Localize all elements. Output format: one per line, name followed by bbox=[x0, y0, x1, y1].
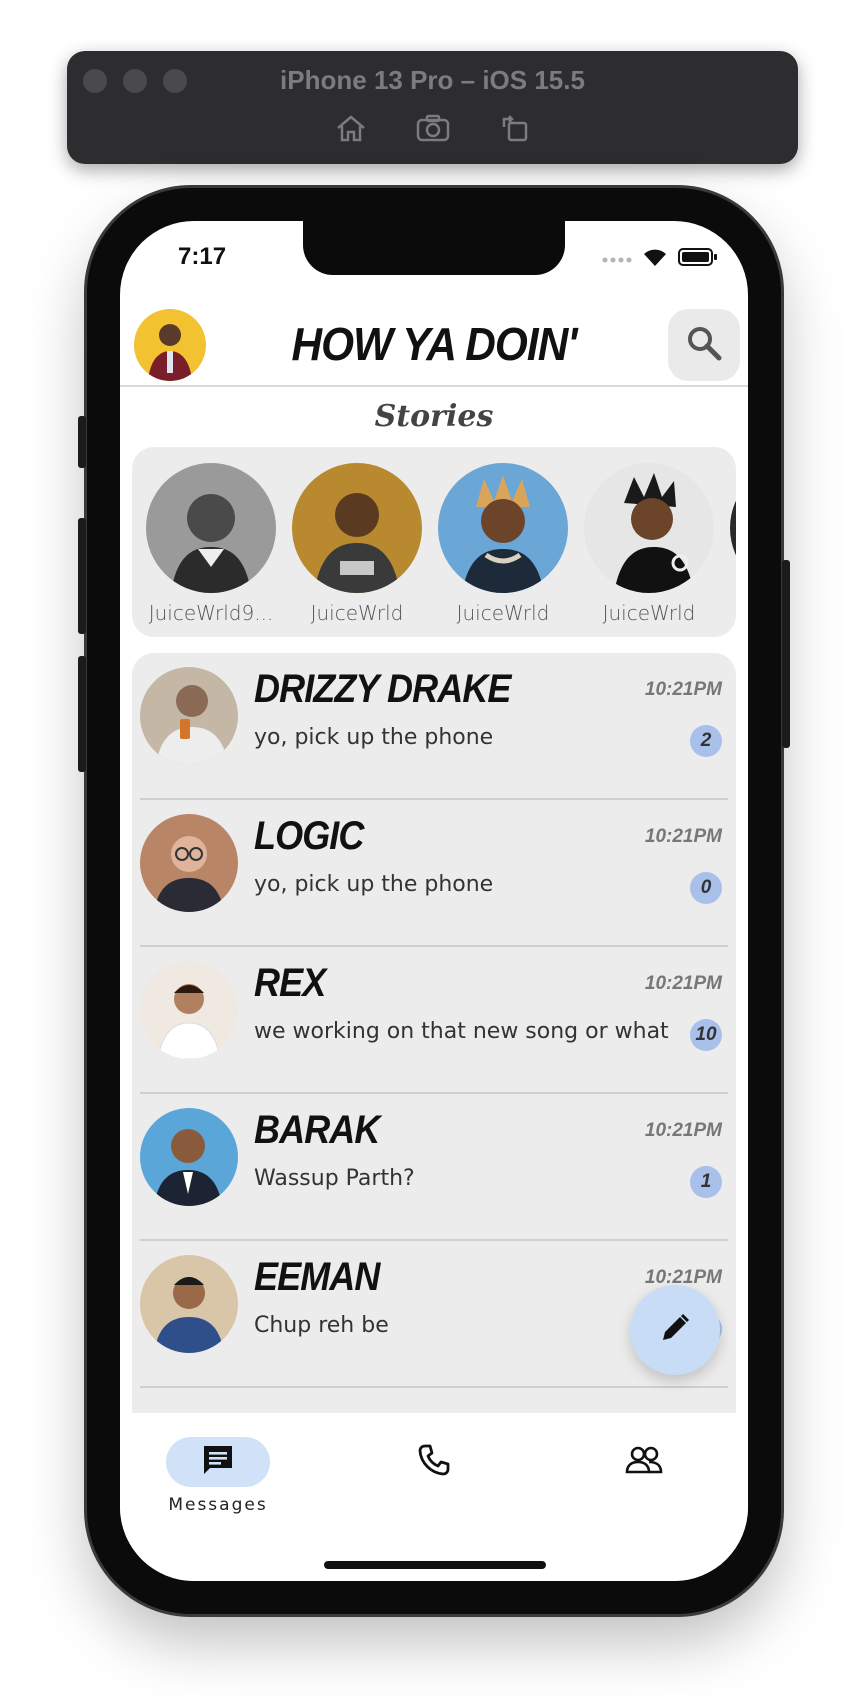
volume-down-button bbox=[78, 656, 86, 772]
story-item[interactable]: JuiceWrld bbox=[584, 463, 714, 625]
power-button bbox=[782, 560, 790, 748]
tab-messages[interactable]: Messages bbox=[158, 1437, 278, 1515]
avatar bbox=[140, 814, 238, 912]
home-indicator bbox=[324, 1561, 546, 1569]
notch bbox=[303, 221, 565, 275]
story-name: JuiceWrld bbox=[310, 601, 404, 625]
phone-icon bbox=[417, 1443, 451, 1481]
simulator-toolbar: iPhone 13 Pro – iOS 15.5 bbox=[67, 51, 798, 164]
status-time: 7:17 bbox=[178, 243, 227, 270]
screenshot-icon[interactable] bbox=[413, 111, 453, 145]
unread-badge: 1 bbox=[690, 1166, 722, 1198]
home-icon[interactable] bbox=[331, 111, 371, 145]
chat-name: REX bbox=[254, 961, 326, 1005]
divider bbox=[140, 1386, 728, 1388]
stories-carousel[interactable]: JuiceWrld9... JuiceWrld JuiceWrld JuiceW… bbox=[132, 447, 736, 637]
unread-badge: 10 bbox=[690, 1019, 722, 1051]
chat-message-preview: Wassup Parth? bbox=[254, 1166, 415, 1191]
chat-row-barak[interactable]: BARAK Wassup Parth? 10:21PM 1 bbox=[132, 1094, 736, 1241]
unread-badge: 2 bbox=[690, 725, 722, 757]
tab-people[interactable] bbox=[584, 1437, 704, 1487]
chat-name: EEMAN bbox=[254, 1255, 380, 1299]
chat-timestamp: 10:21PM bbox=[644, 826, 722, 847]
chat-message-preview: yo, pick up the phone bbox=[254, 872, 494, 897]
chat-timestamp: 10:21PM bbox=[644, 679, 722, 700]
rotate-icon[interactable] bbox=[495, 111, 535, 145]
chat-message-preview: Chup reh be bbox=[254, 1313, 389, 1338]
chat-row-drizzy-drake[interactable]: DRIZZY DRAKE yo, pick up the phone 10:21… bbox=[132, 653, 736, 800]
story-name: JuiceWrld bbox=[456, 601, 550, 625]
chat-row-logic[interactable]: LOGIC yo, pick up the phone 10:21PM 0 bbox=[132, 800, 736, 947]
iphone-frame: 7:17 HOW YA DOIN' Stories JuiceWrld9... … bbox=[78, 188, 790, 1614]
compose-button[interactable] bbox=[630, 1285, 720, 1375]
signal-icon bbox=[602, 250, 632, 269]
page-title: HOW YA DOIN' bbox=[291, 318, 577, 370]
chat-name: LOGIC bbox=[254, 814, 364, 858]
avatar bbox=[584, 463, 714, 593]
tab-messages-indicator bbox=[166, 1437, 270, 1487]
avatar bbox=[146, 463, 276, 593]
story-item[interactable] bbox=[730, 463, 736, 593]
chat-row-rex[interactable]: REX we working on that new song or what … bbox=[132, 947, 736, 1094]
wifi-icon bbox=[642, 247, 668, 271]
tab-messages-label: Messages bbox=[168, 1495, 268, 1515]
story-name: JuiceWrld bbox=[602, 601, 696, 625]
chat-name: BARAK bbox=[254, 1108, 380, 1152]
volume-up-button bbox=[78, 518, 86, 634]
avatar bbox=[140, 667, 238, 765]
avatar bbox=[140, 1108, 238, 1206]
story-name: JuiceWrld9... bbox=[148, 601, 274, 625]
mute-switch bbox=[78, 416, 86, 468]
search-icon bbox=[685, 324, 723, 366]
avatar bbox=[140, 1255, 238, 1353]
stories-heading: Stories bbox=[374, 399, 494, 434]
message-icon bbox=[201, 1443, 235, 1481]
avatar bbox=[140, 961, 238, 1059]
story-item[interactable]: JuiceWrld bbox=[438, 463, 568, 625]
unread-badge: 0 bbox=[690, 872, 722, 904]
app-screen: 7:17 HOW YA DOIN' Stories JuiceWrld9... … bbox=[120, 221, 748, 1581]
chat-timestamp: 10:21PM bbox=[644, 973, 722, 994]
people-icon bbox=[625, 1445, 663, 1479]
chat-name: DRIZZY DRAKE bbox=[254, 667, 511, 711]
simulator-title: iPhone 13 Pro – iOS 15.5 bbox=[280, 65, 585, 95]
avatar bbox=[292, 463, 422, 593]
chat-timestamp: 10:21PM bbox=[644, 1120, 722, 1141]
story-item[interactable]: JuiceWrld bbox=[292, 463, 422, 625]
bottom-navigation: Messages bbox=[120, 1413, 748, 1581]
chat-message-preview: we working on that new song or what bbox=[254, 1019, 669, 1044]
tab-people-indicator bbox=[592, 1437, 696, 1487]
story-item[interactable]: JuiceWrld9... bbox=[146, 463, 276, 625]
avatar bbox=[730, 463, 736, 593]
tab-calls[interactable] bbox=[374, 1437, 494, 1487]
battery-icon bbox=[678, 247, 718, 271]
chat-message-preview: yo, pick up the phone bbox=[254, 725, 494, 750]
avatar bbox=[438, 463, 568, 593]
search-button[interactable] bbox=[668, 309, 740, 381]
app-header: HOW YA DOIN' bbox=[120, 303, 748, 387]
tab-calls-indicator bbox=[382, 1437, 486, 1487]
pencil-icon bbox=[658, 1311, 692, 1349]
